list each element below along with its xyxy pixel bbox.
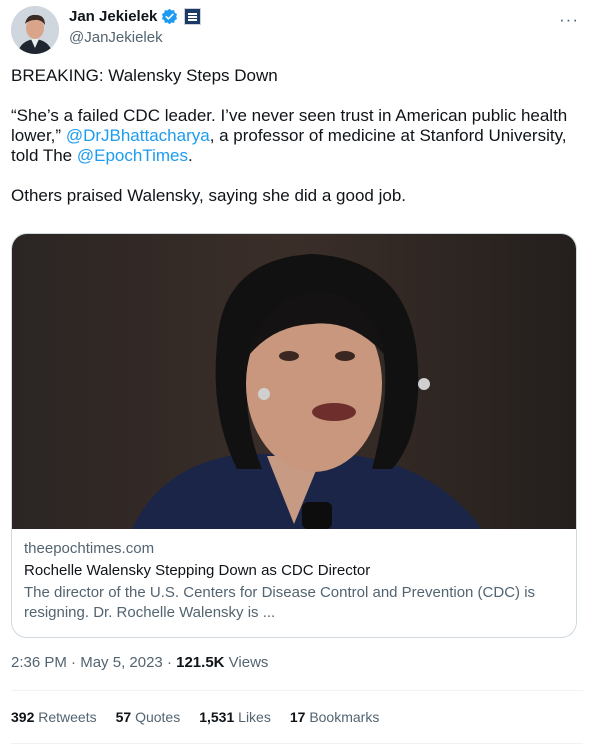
link-preview-card[interactable]: theepochtimes.com Rochelle Walensky Step… xyxy=(11,233,577,638)
quotes-stat[interactable]: 57 Quotes xyxy=(116,709,181,725)
retweets-label: Retweets xyxy=(38,709,97,725)
retweets-stat[interactable]: 392 Retweets xyxy=(11,709,97,725)
quotes-label: Quotes xyxy=(135,709,181,725)
tweet-time[interactable]: 2:36 PM xyxy=(11,654,67,671)
mention-drjbhattacharya[interactable]: @DrJBhattacharya xyxy=(66,126,210,145)
tweet-date[interactable]: May 5, 2023 xyxy=(80,654,163,671)
avatar-photo xyxy=(11,6,59,54)
author-avatar[interactable] xyxy=(11,6,59,54)
retweets-count: 392 xyxy=(11,709,35,725)
epoch-times-logo-icon[interactable] xyxy=(184,8,202,25)
author-handle[interactable]: @JanJekielek xyxy=(69,29,163,46)
views-count[interactable]: 121.5K xyxy=(176,654,224,671)
quotes-count: 57 xyxy=(115,709,132,725)
bookmarks-label: Bookmarks xyxy=(309,709,380,725)
bookmarks-stat[interactable]: 17 Bookmarks xyxy=(290,709,380,725)
verified-badge-icon[interactable] xyxy=(161,8,178,25)
tweet-headline: BREAKING: Walensky Steps Down xyxy=(11,66,278,85)
mention-epochtimes[interactable]: @EpochTimes xyxy=(77,146,188,165)
views-label: Views xyxy=(228,654,269,671)
tweet-metadata: 2:36 PM · May 5, 2023 · 121.5K Views xyxy=(11,654,268,671)
likes-stat[interactable]: 1,531 Likes xyxy=(199,709,271,725)
bookmarks-count: 17 xyxy=(289,709,306,725)
article-photo xyxy=(12,234,576,529)
likes-count: 1,531 xyxy=(199,709,235,725)
meta-separator: · xyxy=(166,654,172,671)
more-options-icon[interactable]: ··· xyxy=(559,10,579,30)
tweet-quote: “She’s a failed CDC leader. I’ve never s… xyxy=(11,106,581,166)
likes-label: Likes xyxy=(238,709,271,725)
tweet-closing-line: Others praised Walensky, saying she did … xyxy=(11,186,406,205)
engagement-stats: 392 Retweets 57 Quotes 1,531 Likes 17 Bo… xyxy=(11,709,379,725)
tweet-text: BREAKING: Walensky Steps Down “She’s a f… xyxy=(11,66,581,226)
divider xyxy=(11,690,583,691)
divider xyxy=(11,743,583,744)
card-domain: theepochtimes.com xyxy=(24,540,155,557)
quote-text-end: . xyxy=(187,146,193,165)
card-title: Rochelle Walensky Stepping Down as CDC D… xyxy=(24,562,371,579)
author-display-name[interactable]: Jan Jekielek xyxy=(69,8,157,25)
card-description: The director of the U.S. Centers for Dis… xyxy=(24,584,536,621)
meta-separator: · xyxy=(71,654,77,671)
